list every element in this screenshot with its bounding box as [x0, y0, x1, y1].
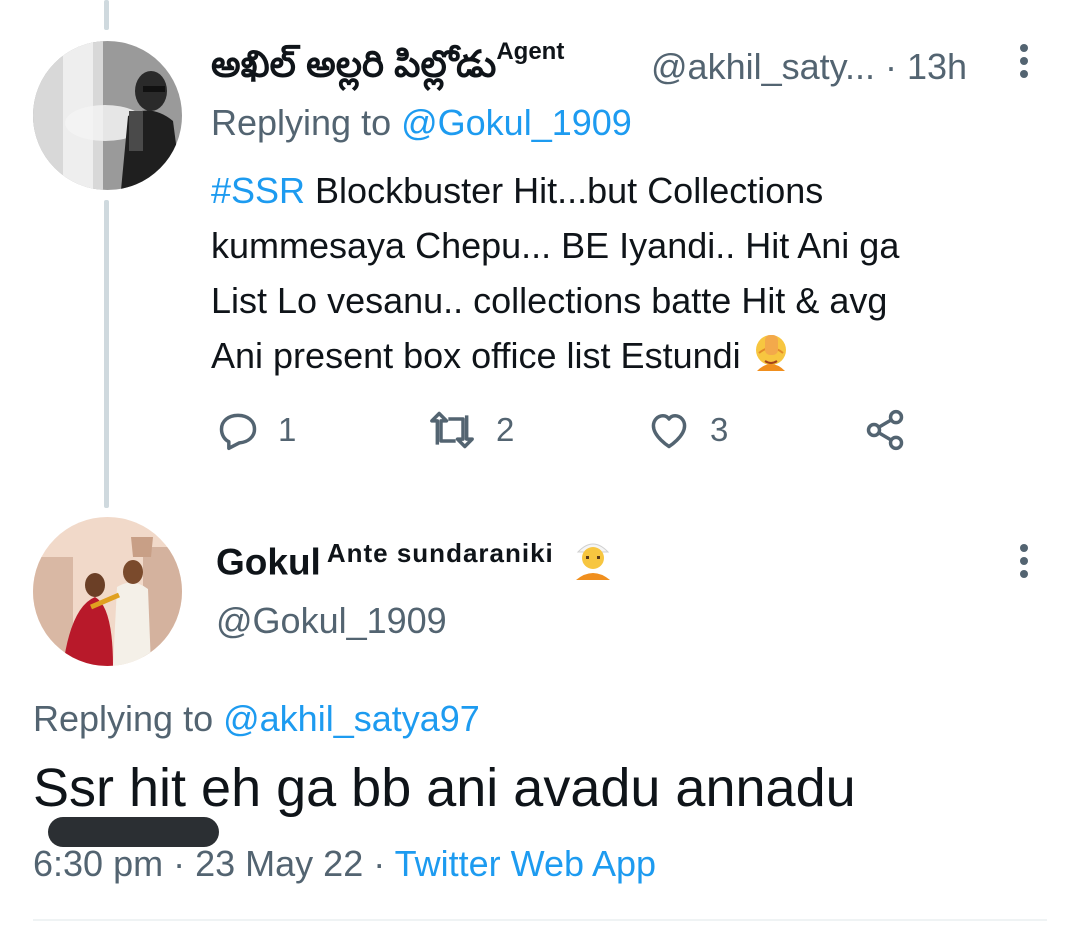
- source-link[interactable]: Twitter Web App: [395, 843, 656, 884]
- name-suffix: Agent: [496, 38, 565, 65]
- display-name-2-text[interactable]: Gokul: [216, 541, 321, 582]
- display-name-text[interactable]: అఖిల్ అల్లరి పిల్లోడు: [211, 43, 496, 84]
- avatar-gokul[interactable]: [33, 517, 182, 666]
- share-action[interactable]: [862, 405, 908, 455]
- more-options-icon[interactable]: [1018, 44, 1030, 83]
- name-suffix-2: Ante sundaraniki: [326, 538, 554, 569]
- tweet-body: Blockbuster Hit...but Collections kummes…: [211, 170, 900, 376]
- meta-separator: ·: [173, 843, 186, 884]
- replying-prefix: Replying to: [211, 102, 402, 143]
- retweet-count: 2: [496, 411, 515, 448]
- retweet-action[interactable]: 2: [426, 405, 514, 455]
- thread-line-top: [104, 0, 109, 30]
- replying-to-2: Replying to @akhil_satya97: [33, 698, 480, 740]
- face-palm-emoji: [751, 331, 791, 386]
- meta-separator-2: ·: [373, 843, 386, 884]
- main-tweet-text: Ssr hit eh ga bb ani avadu annadu: [33, 758, 856, 818]
- like-action[interactable]: 3: [646, 405, 728, 455]
- heart-icon[interactable]: [646, 408, 692, 452]
- reply-action[interactable]: 1: [216, 405, 296, 455]
- share-icon[interactable]: [862, 408, 908, 452]
- replying-handle-link[interactable]: @Gokul_1909: [401, 102, 632, 143]
- replying-prefix-2: Replying to: [33, 698, 224, 739]
- avatar-akhil[interactable]: [33, 41, 182, 190]
- bottom-divider: [33, 919, 1047, 921]
- replying-to: Replying to @Gokul_1909: [211, 102, 632, 144]
- more-options-icon-2[interactable]: [1018, 544, 1030, 583]
- tweet-time[interactable]: 13h: [907, 46, 967, 87]
- tweet-time-2[interactable]: 6:30 pm: [33, 843, 163, 884]
- reply-icon[interactable]: [216, 408, 260, 452]
- user-handle[interactable]: @akhil_saty... · 13h: [651, 46, 967, 88]
- thread-line-bottom: [104, 200, 109, 508]
- tweet-metadata: 6:30 pm · 23 May 22 · Twitter Web App: [33, 843, 656, 885]
- tweet-text: #SSR Blockbuster Hit...but Collections k…: [211, 163, 1031, 386]
- tweet-date[interactable]: 23 May 22: [195, 843, 363, 884]
- handle-text[interactable]: @akhil_saty...: [651, 46, 875, 87]
- display-name-2[interactable]: Gokul Ante sundaraniki: [216, 538, 614, 591]
- retweet-icon[interactable]: [426, 408, 478, 452]
- man-with-turban-emoji: [572, 536, 614, 589]
- separator: ·: [884, 46, 897, 87]
- like-count: 3: [710, 411, 729, 448]
- reply-count: 1: [278, 411, 297, 448]
- display-name[interactable]: అఖిల్ అల్లరి పిల్లోడుAgent: [211, 38, 564, 94]
- hashtag-link[interactable]: #SSR: [211, 170, 305, 211]
- user-handle-2[interactable]: @Gokul_1909: [216, 600, 447, 642]
- replying-handle-link-2[interactable]: @akhil_satya97: [223, 698, 480, 739]
